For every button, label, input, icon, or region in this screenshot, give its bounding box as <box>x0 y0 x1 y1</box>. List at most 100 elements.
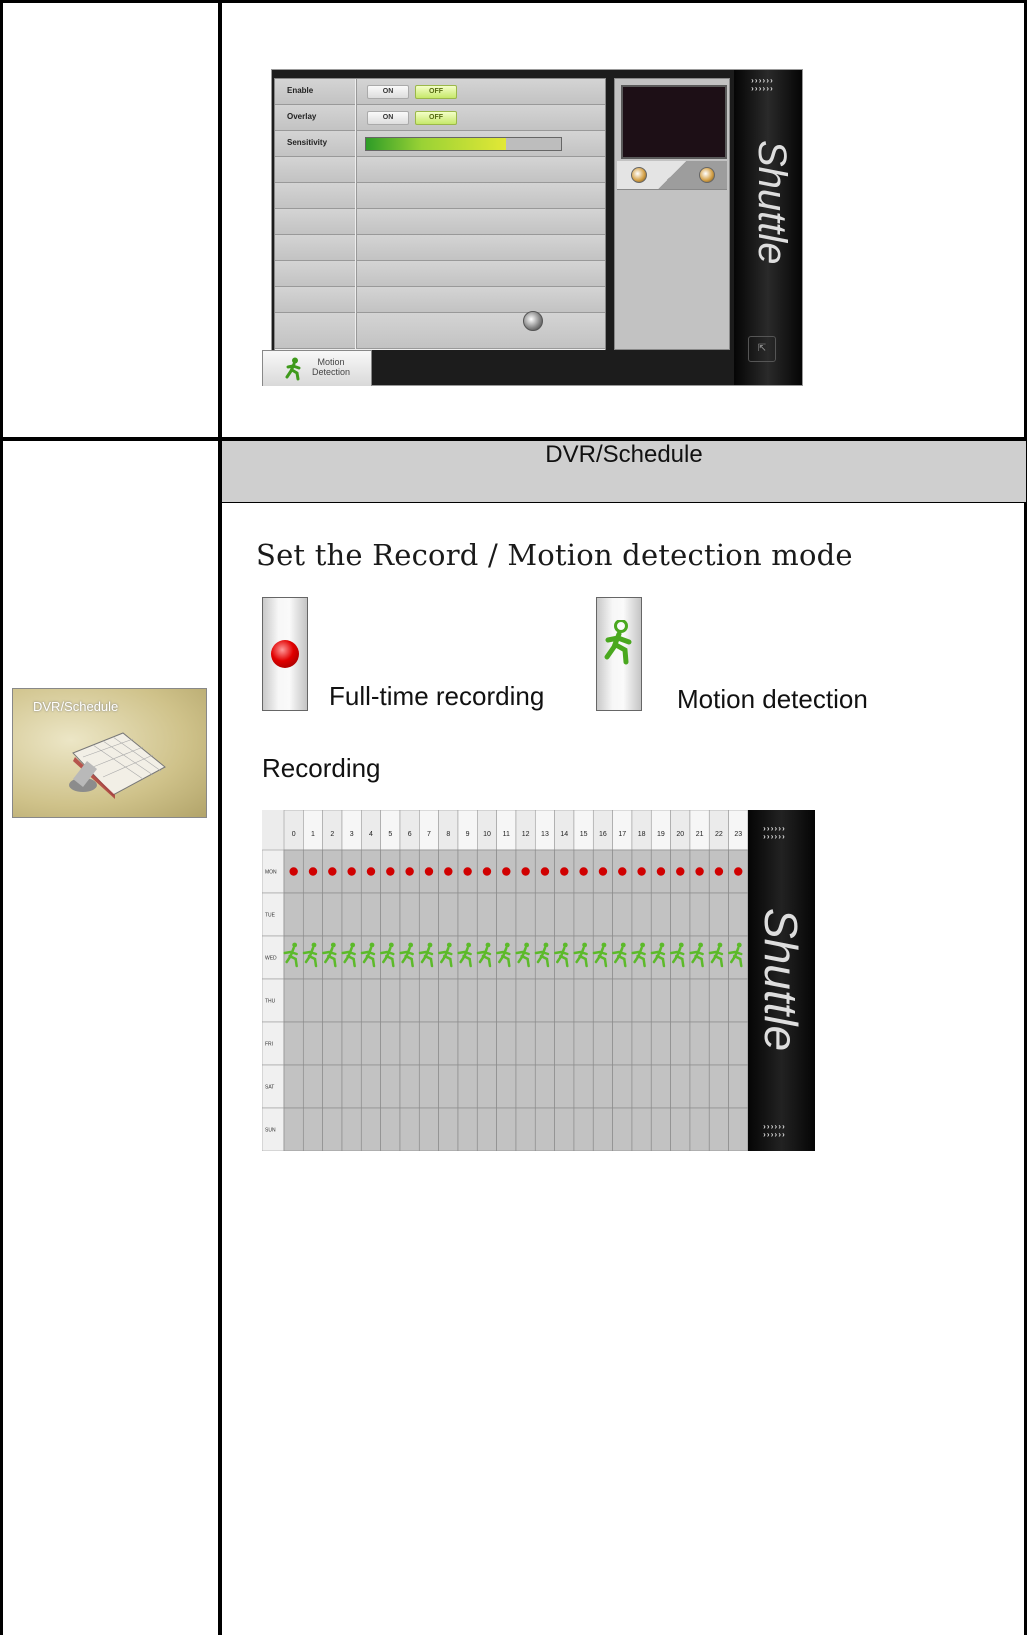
running-man-head-icon <box>408 942 414 948</box>
running-man-icon <box>604 620 632 665</box>
running-man-head-icon <box>678 942 684 948</box>
schedule-cell <box>418 1107 439 1151</box>
running-man-head-icon <box>736 942 742 948</box>
schedule-cell <box>380 1021 401 1066</box>
schedule-cell <box>322 978 343 1023</box>
motion-detection-label: Motion detection <box>677 684 868 714</box>
camera-next-icon[interactable] <box>699 167 715 183</box>
exit-icon[interactable]: ⇱ <box>748 336 776 362</box>
enable-on-button[interactable]: ON <box>367 85 409 99</box>
schedule-cell <box>515 892 536 937</box>
schedule-cell <box>612 892 633 937</box>
schedule-cell <box>689 1107 710 1151</box>
motion-settings-table: Enable ON OFF Overlay ON OFF Sensitivity <box>274 78 606 350</box>
hour-header-cell <box>689 810 710 851</box>
schedule-cell <box>438 1107 459 1151</box>
border-right <box>1024 0 1027 1635</box>
overlay-on-button[interactable]: ON <box>367 111 409 125</box>
schedule-cell <box>612 1107 633 1151</box>
sensitivity-slider[interactable] <box>365 137 562 151</box>
schedule-cell <box>612 1064 633 1109</box>
enable-off-button[interactable]: OFF <box>415 85 457 99</box>
schedule-cell <box>418 892 439 937</box>
schedule-cell <box>360 892 381 937</box>
hour-label: 1 <box>311 831 315 838</box>
schedule-cell <box>650 1107 671 1151</box>
running-man-head-icon <box>388 942 394 948</box>
day-label: MON <box>265 870 277 876</box>
hour-header-cell <box>515 810 536 851</box>
motion-detection-screenshot: Enable ON OFF Overlay ON OFF Sensitivity <box>262 70 802 386</box>
schedule-cell <box>592 1064 613 1109</box>
schedule-cell <box>283 1107 304 1151</box>
hour-header-cell <box>728 810 748 851</box>
tab-motion-detection[interactable]: Motion Detection <box>262 350 372 386</box>
schedule-cell <box>670 1107 691 1151</box>
day-label: SAT <box>265 1085 274 1091</box>
schedule-cell <box>457 1107 478 1151</box>
record-dot-icon <box>637 867 646 876</box>
schedule-cell <box>670 1021 691 1066</box>
schedule-cell <box>592 892 613 937</box>
hour-label: 7 <box>427 831 431 838</box>
camera-prev-icon[interactable] <box>631 167 647 183</box>
schedule-cell <box>418 1064 439 1109</box>
schedule-cell <box>728 1021 748 1066</box>
setting-row-enable: Enable ON OFF <box>275 79 605 106</box>
schedule-cell <box>283 978 304 1023</box>
schedule-cell <box>534 1064 555 1109</box>
hour-label: 3 <box>350 831 354 838</box>
section-title: DVR/Schedule <box>545 441 703 468</box>
setting-label: Overlay <box>287 112 317 121</box>
record-dot-icon <box>676 867 685 876</box>
hour-label: 20 <box>676 831 684 838</box>
running-man-head-icon <box>543 942 549 948</box>
full-time-recording-button[interactable] <box>262 597 308 711</box>
schedule-cell <box>399 1021 420 1066</box>
schedule-cell <box>554 892 575 937</box>
schedule-grid: 0 1 2 3 4 5 6 7 8 9 10 11 12 13 14 15 16 17 18 19 20 21 22 23MO… <box>262 810 748 1151</box>
schedule-cell <box>496 892 517 937</box>
hour-header-cell <box>573 810 594 851</box>
hour-label: 9 <box>466 831 470 838</box>
schedule-cell <box>534 892 555 937</box>
schedule-cell <box>689 1021 710 1066</box>
schedule-cell <box>689 1064 710 1109</box>
running-man-head-icon <box>698 942 703 948</box>
schedule-cell <box>283 892 304 937</box>
schedule-cell <box>438 1021 459 1066</box>
running-man-head-icon <box>601 942 607 948</box>
schedule-cell <box>380 1064 401 1109</box>
tab-label: Motion Detection <box>311 357 351 377</box>
full-time-recording-label: Full-time recording <box>329 681 545 711</box>
schedule-cell <box>573 1021 594 1066</box>
running-man-head-icon <box>466 942 472 948</box>
camera-mini-icon[interactable] <box>523 311 543 331</box>
schedule-cell <box>438 892 459 937</box>
hour-label: 16 <box>599 831 607 838</box>
schedule-cell <box>573 978 594 1023</box>
motion-detection-button[interactable] <box>596 597 642 711</box>
schedule-cell <box>399 1064 420 1109</box>
running-man-head-icon <box>292 942 298 948</box>
schedule-cell <box>341 978 362 1023</box>
overlay-off-button[interactable]: OFF <box>415 111 457 125</box>
setting-row-overlay: Overlay ON OFF <box>275 105 605 132</box>
schedule-cell <box>515 1107 536 1151</box>
schedule-cell <box>631 1021 652 1066</box>
camera-control-bar <box>617 161 727 190</box>
record-dot-icon <box>424 867 434 876</box>
schedule-cell <box>573 892 594 937</box>
setting-row-empty <box>275 157 605 184</box>
schedule-cell <box>302 1107 324 1151</box>
schedule-cell <box>418 1021 439 1066</box>
schedule-cell <box>341 892 362 937</box>
hour-header-cell <box>399 810 420 851</box>
setting-row-empty <box>275 261 605 288</box>
day-label: TUE <box>265 913 276 919</box>
schedule-cell <box>476 978 497 1023</box>
schedule-cell <box>592 1107 613 1151</box>
day-label: SUN <box>265 1128 276 1134</box>
schedule-cell <box>399 1107 420 1151</box>
record-dot-icon <box>386 867 395 876</box>
